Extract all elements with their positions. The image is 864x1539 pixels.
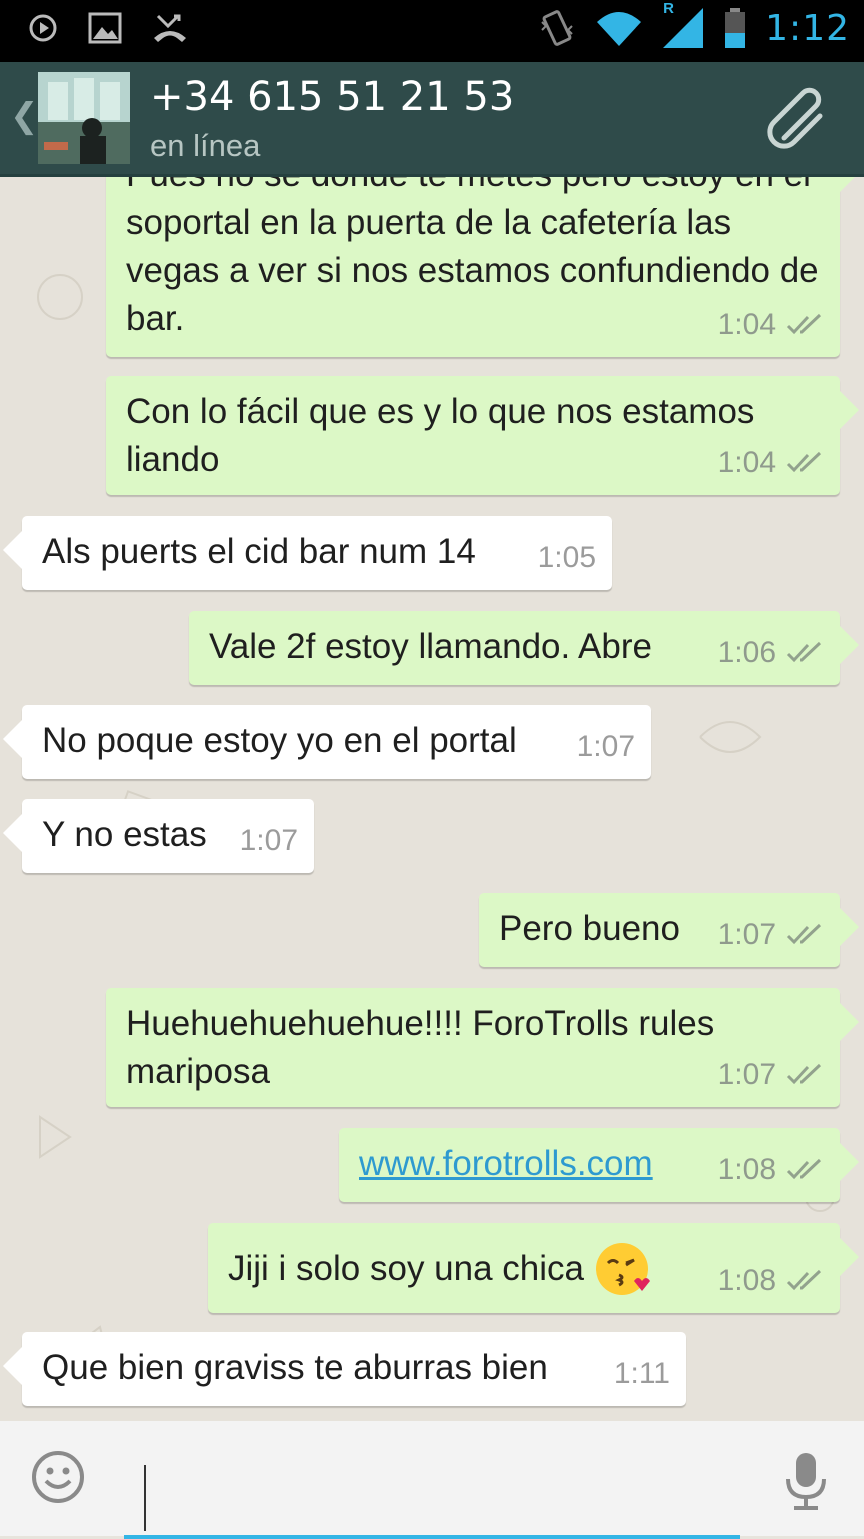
message-content: Jiji i solo soy una chica xyxy=(228,1241,650,1297)
message-meta: 1:04 xyxy=(718,301,824,349)
avatar[interactable] xyxy=(38,72,130,164)
double-check-icon xyxy=(786,1158,822,1180)
vibrate-icon xyxy=(541,10,573,46)
image-icon xyxy=(88,12,122,44)
double-check-icon xyxy=(786,451,822,473)
chevron-left-icon[interactable]: ❮ xyxy=(10,96,39,136)
chat-header: ❮ +34 615 51 21 53 en línea xyxy=(0,62,864,177)
message-meta: 1:07 xyxy=(718,1051,824,1099)
double-check-icon xyxy=(786,923,822,945)
message-bubble-incoming[interactable]: Als puerts el cid bar num 14 1:05 xyxy=(3,516,612,590)
status-bar: R 1:12 xyxy=(0,0,864,62)
message-time: 1:07 xyxy=(239,824,298,857)
status-time: 1:12 xyxy=(765,7,850,49)
wifi-icon xyxy=(597,12,642,46)
double-check-icon xyxy=(786,1269,822,1291)
message-meta: 1:08 xyxy=(718,1146,824,1194)
message-link[interactable]: www.forotrolls.com xyxy=(359,1140,653,1188)
message-text: Jiji i solo soy una chica xyxy=(228,1249,584,1288)
message-bubble-outgoing[interactable]: Vale 2f estoy llamando. Abre 1:06 xyxy=(189,611,859,685)
double-check-icon xyxy=(786,313,822,335)
message-bubble-outgoing[interactable]: Pues no se donde te metes pero estoy en … xyxy=(106,177,859,357)
message-text: Y no estas xyxy=(42,815,207,854)
message-meta: 1:07 xyxy=(718,911,824,959)
double-check-icon xyxy=(786,641,822,663)
message-meta: 1:07 xyxy=(240,817,298,865)
message-time: 1:08 xyxy=(717,1153,776,1186)
message-input-container[interactable] xyxy=(124,1443,744,1539)
missed-call-icon xyxy=(154,14,186,42)
message-time: 1:05 xyxy=(537,541,596,574)
double-check-icon xyxy=(786,1063,822,1085)
message-time: 1:08 xyxy=(717,1264,776,1297)
message-text: No poque estoy yo en el portal xyxy=(42,721,517,760)
message-meta: 1:08 xyxy=(718,1257,824,1305)
smiley-icon[interactable] xyxy=(30,1449,86,1505)
message-time: 1:06 xyxy=(717,636,776,669)
microphone-icon[interactable] xyxy=(784,1451,828,1513)
message-text: Que bien graviss te aburras bien xyxy=(42,1348,548,1387)
message-bubble-incoming[interactable]: No poque estoy yo en el portal 1:07 xyxy=(3,705,651,779)
message-bubble-outgoing[interactable]: Con lo fácil que es y lo que nos estamos… xyxy=(106,376,859,495)
roaming-label: R xyxy=(663,0,674,17)
message-bubble-outgoing[interactable]: Pero bueno 1:07 xyxy=(479,893,859,967)
message-time: 1:07 xyxy=(576,730,635,763)
message-time: 1:11 xyxy=(613,1357,670,1390)
play-icon xyxy=(29,14,57,42)
message-bubble-outgoing[interactable]: Huehuehuehuehue!!!! ForoTrolls rules mar… xyxy=(106,988,859,1107)
message-list[interactable]: Pues no se donde te metes pero estoy en … xyxy=(0,177,864,1421)
kissing-face-emoji-icon xyxy=(596,1243,650,1295)
message-time: 1:07 xyxy=(717,1058,776,1091)
text-cursor xyxy=(144,1465,146,1531)
message-bubble-outgoing[interactable]: Jiji i solo soy una chica 1:08 xyxy=(208,1223,859,1313)
message-bubble-incoming[interactable]: Que bien graviss te aburras bien 1:11 xyxy=(3,1332,686,1406)
message-text: Pero bueno xyxy=(499,909,680,948)
message-bubble-incoming[interactable]: Y no estas 1:07 xyxy=(3,799,314,873)
message-meta: 1:04 xyxy=(718,439,824,487)
composer-bar xyxy=(0,1421,864,1539)
message-meta: 1:07 xyxy=(577,723,635,771)
contact-status: en línea xyxy=(150,128,261,163)
message-meta: 1:05 xyxy=(538,534,596,582)
message-meta: 1:06 xyxy=(718,629,824,677)
message-text: Als puerts el cid bar num 14 xyxy=(42,532,476,571)
message-meta: 1:11 xyxy=(614,1350,670,1398)
contact-name[interactable]: +34 615 51 21 53 xyxy=(150,74,514,120)
battery-icon xyxy=(725,8,746,48)
message-time: 1:04 xyxy=(717,446,776,479)
message-time: 1:07 xyxy=(717,918,776,951)
message-bubble-outgoing[interactable]: www.forotrolls.com 1:08 xyxy=(339,1128,859,1202)
paperclip-icon[interactable] xyxy=(764,84,830,150)
message-input[interactable] xyxy=(124,1443,744,1535)
signal-icon: R xyxy=(661,0,705,50)
message-text: Vale 2f estoy llamando. Abre xyxy=(209,627,652,666)
message-time: 1:04 xyxy=(717,308,776,341)
